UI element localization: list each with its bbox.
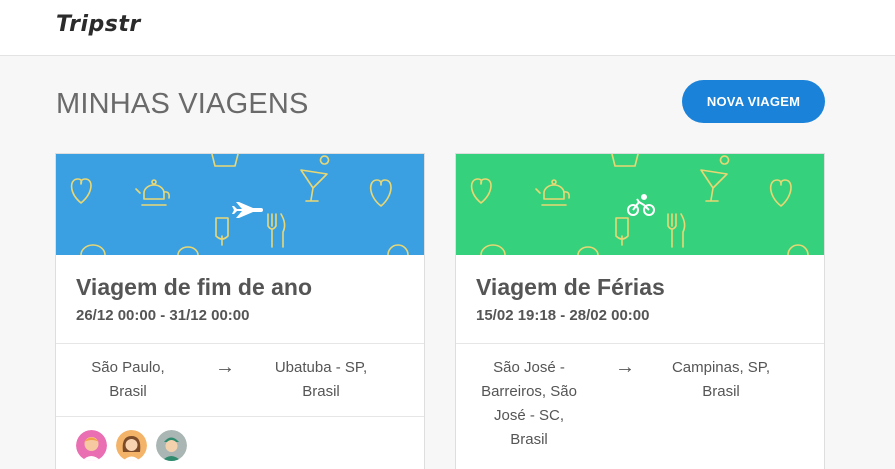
trip-origin: São José - Barreiros, São José - SC, Bra…	[481, 359, 577, 448]
trip-destination: Ubatuba - SP, Brasil	[274, 359, 368, 400]
app-logo[interactable]: Tripstr	[56, 12, 141, 37]
participant-avatar[interactable]	[116, 430, 147, 461]
top-bar: Tripstr	[0, 0, 895, 56]
participant-avatar[interactable]	[156, 430, 187, 461]
arrow-right-icon: →	[615, 356, 635, 378]
trip-dates: 26/12 00:00 - 31/12 00:00	[76, 307, 250, 324]
divider	[56, 416, 424, 417]
trip-title[interactable]: Viagem de fim de ano	[76, 274, 312, 301]
page-title: MINHAS VIAGENS	[56, 88, 309, 120]
trip-origin: São Paulo, Brasil	[91, 359, 165, 400]
trip-card[interactable]: Viagem de fim de ano 26/12 00:00 - 31/12…	[55, 153, 425, 469]
trip-banner	[56, 154, 424, 255]
new-trip-button[interactable]: NOVA VIAGEM	[682, 80, 825, 123]
arrow-right-icon: →	[215, 356, 235, 378]
divider	[456, 343, 824, 344]
trip-dates: 15/02 19:18 - 28/02 00:00	[476, 307, 650, 324]
trip-card[interactable]: Viagem de Férias 15/02 19:18 - 28/02 00:…	[455, 153, 825, 469]
trip-title[interactable]: Viagem de Férias	[476, 274, 665, 301]
divider	[56, 343, 424, 344]
participant-avatar[interactable]	[76, 430, 107, 461]
trip-destination: Campinas, SP, Brasil	[671, 359, 771, 400]
trip-banner	[456, 154, 824, 255]
